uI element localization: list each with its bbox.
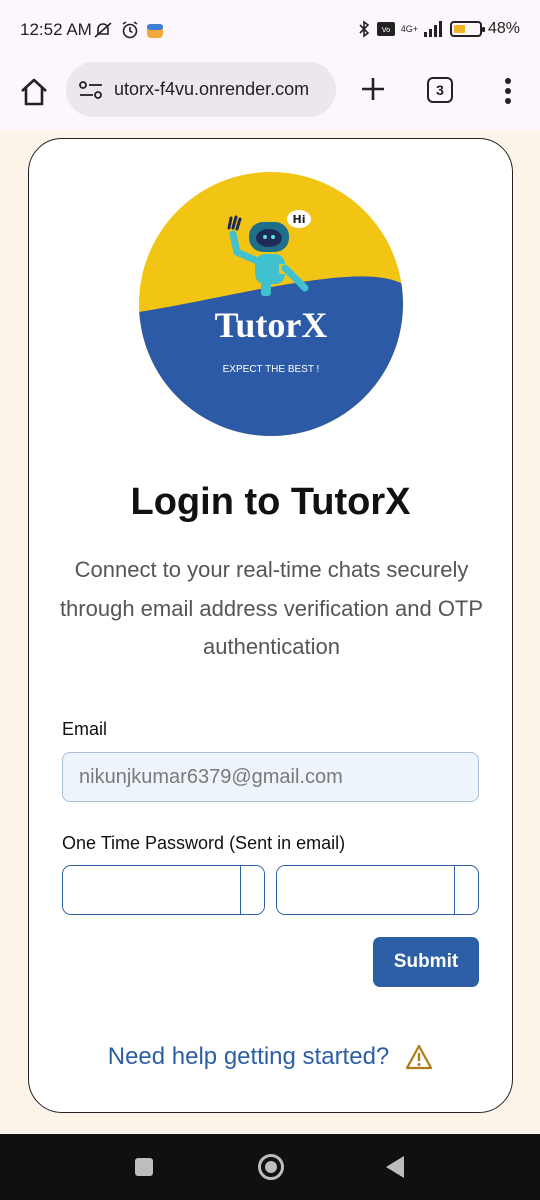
help-link-text[interactable]: Need help getting started? xyxy=(108,1043,390,1071)
status-right: Vo 4G+ 48% xyxy=(357,20,520,38)
system-nav-bar xyxy=(0,1134,540,1200)
tutorx-logo: Hi TutorX EXPECT THE BEST ! xyxy=(139,172,403,436)
otp-digit-2[interactable] xyxy=(241,866,264,914)
submit-button[interactable]: Submit xyxy=(373,937,479,987)
help-link[interactable]: Need help getting started? xyxy=(29,1043,512,1071)
logo-tagline-text: EXPECT THE BEST ! xyxy=(223,364,320,375)
alarm-icon xyxy=(122,21,138,39)
otp-group-second xyxy=(276,865,479,915)
site-settings-icon[interactable] xyxy=(78,79,104,101)
notifications-muted-icon xyxy=(94,22,112,38)
more-menu-icon[interactable] xyxy=(498,76,518,106)
status-time: 12:52 AM xyxy=(20,20,92,39)
url-text: utorx-f4vu.onrender.com xyxy=(114,79,310,99)
bluetooth-icon xyxy=(359,20,369,38)
network-type: 4G+ xyxy=(400,23,418,34)
back-icon[interactable] xyxy=(386,1156,404,1178)
otp-label: One Time Password (Sent in email) xyxy=(62,833,346,853)
svg-text:Vo: Vo xyxy=(381,26,390,34)
email-field[interactable] xyxy=(62,752,479,802)
email-label: Email xyxy=(62,719,108,739)
new-tab-icon[interactable] xyxy=(358,74,388,104)
url-bar[interactable]: utorx-f4vu.onrender.com xyxy=(66,62,336,117)
otp-digit-4[interactable] xyxy=(277,866,455,914)
battery-percent: 48% xyxy=(487,20,520,37)
warning-icon xyxy=(406,1044,433,1070)
otp-group-first xyxy=(62,865,265,915)
login-card: Hi TutorX EXPECT THE BEST ! Login to Tut… xyxy=(28,138,513,1113)
page-description: Connect to your real-time chats securely… xyxy=(59,557,484,659)
volte-icon: Vo xyxy=(376,22,395,36)
app-notification-icon xyxy=(147,24,163,38)
battery-icon xyxy=(449,21,485,37)
notification-icons xyxy=(92,20,164,40)
tab-switcher-button[interactable]: 3 xyxy=(427,77,453,103)
browser-toolbar: utorx-f4vu.onrender.com 3 xyxy=(0,62,540,130)
battery-fill xyxy=(453,25,466,33)
signal-icon xyxy=(423,21,442,37)
page-title: Login to TutorX xyxy=(130,481,411,523)
home-nav-icon[interactable] xyxy=(258,1154,284,1180)
logo-speech-text: Hi xyxy=(293,213,306,226)
otp-digit-1[interactable] xyxy=(63,866,241,914)
otp-digit-5[interactable] xyxy=(455,866,478,914)
logo-brand-text: TutorX xyxy=(215,305,328,345)
status-bar: 12:52 AM Vo 4G+ 48% xyxy=(0,0,540,62)
home-icon[interactable] xyxy=(18,76,50,108)
recent-apps-icon[interactable] xyxy=(135,1158,153,1176)
